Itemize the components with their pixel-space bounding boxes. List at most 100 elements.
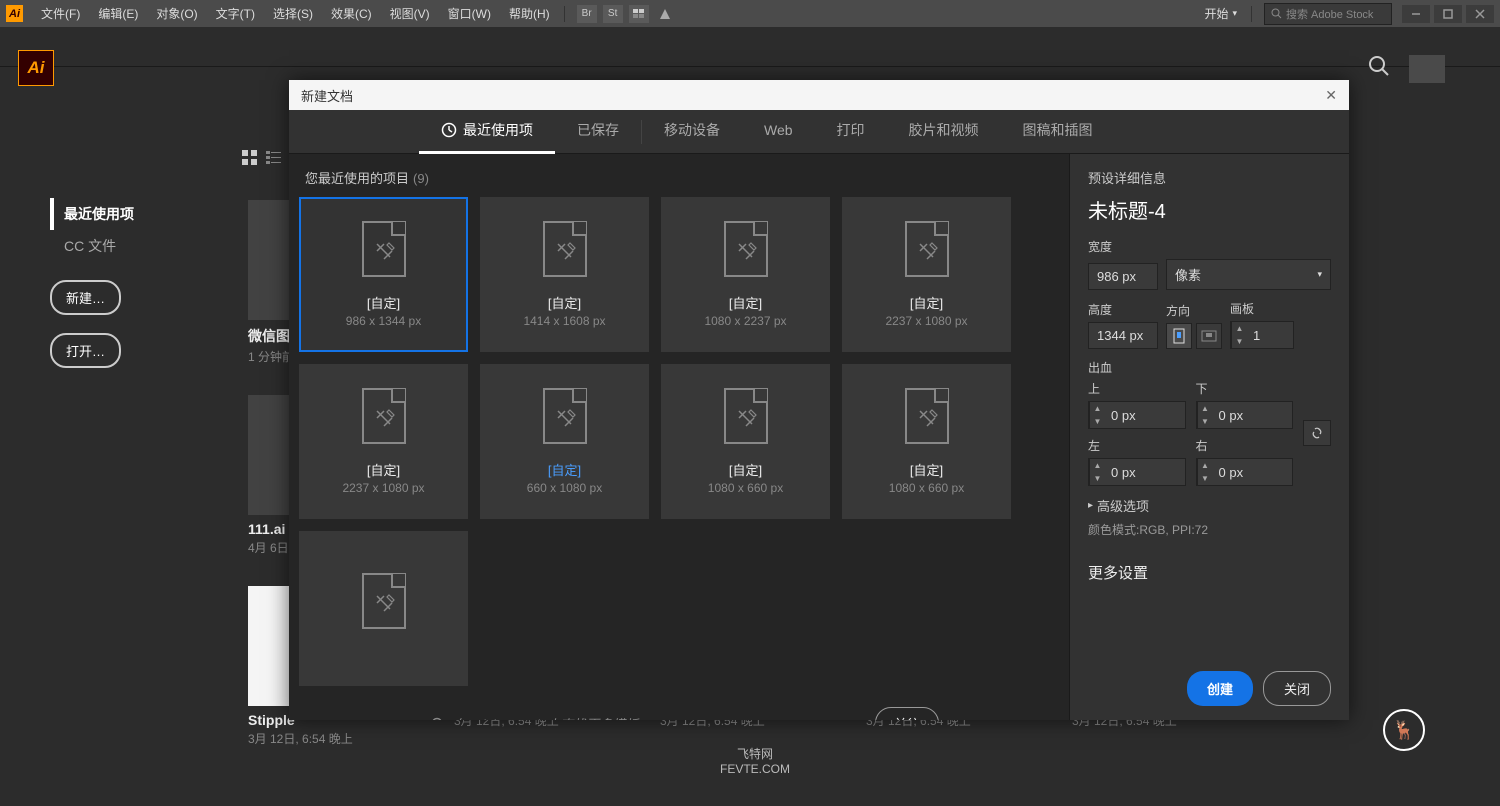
document-name[interactable]: 未标题-4 <box>1088 195 1331 224</box>
bleed-right-input[interactable]: ▲▼0 px <box>1196 458 1294 486</box>
menu-edit[interactable]: 编辑(E) <box>90 1 146 26</box>
bleed-bottom-input[interactable]: ▲▼0 px <box>1196 401 1294 429</box>
close-window-button[interactable] <box>1466 5 1494 23</box>
new-document-dialog: 新建文档 ✕ 最近使用项 已保存 移动设备 Web 打印 胶片和视频 图稿和插图… <box>289 80 1349 720</box>
stock-template-search[interactable]: 在 Adobe Stock 上查找更多模板 <box>419 706 863 720</box>
preset-card[interactable]: [自定] 1080 x 660 px <box>842 364 1011 519</box>
separator <box>564 6 565 22</box>
menu-object[interactable]: 对象(O) <box>148 1 205 26</box>
tab-saved[interactable]: 已保存 <box>555 110 641 154</box>
menu-select[interactable]: 选择(S) <box>265 1 321 26</box>
top-menu-bar: Ai 文件(F) 编辑(E) 对象(O) 文字(T) 选择(S) 效果(C) 视… <box>0 0 1500 27</box>
stock-icon[interactable]: St <box>603 5 623 23</box>
color-mode-text: 颜色模式:RGB, PPI:72 <box>1088 521 1331 538</box>
artboards-stepper[interactable]: ▲▼ 1 <box>1230 321 1294 349</box>
stock-search-input[interactable]: 搜索 Adobe Stock <box>1264 3 1392 25</box>
document-icon <box>543 388 587 444</box>
nav-cc-files[interactable]: CC 文件 <box>50 230 220 262</box>
preset-card[interactable]: [自定] 2237 x 1080 px <box>842 197 1011 352</box>
open-file-button[interactable]: 打开… <box>50 333 121 368</box>
preset-dimensions: 2237 x 1080 px <box>885 314 967 328</box>
preset-card[interactable]: [自定]986 x 1344 px <box>299 197 468 352</box>
menu-effect[interactable]: 效果(C) <box>323 1 380 26</box>
menu-text[interactable]: 文字(T) <box>208 1 263 26</box>
search-icon <box>1271 8 1282 19</box>
preset-dimensions: 1080 x 660 px <box>889 481 964 495</box>
document-icon <box>724 388 768 444</box>
close-button[interactable]: 关闭 <box>1263 671 1331 706</box>
preset-dimensions: 1080 x 660 px <box>708 481 783 495</box>
deer-badge-icon: 🦌 <box>1383 709 1425 751</box>
preset-name: [自定] <box>548 293 581 312</box>
preset-name: [自定] <box>910 460 943 479</box>
separator <box>1251 6 1252 22</box>
width-label: 宽度 <box>1088 238 1331 255</box>
app-logo-icon: Ai <box>6 5 23 22</box>
preset-card[interactable]: [自定]2237 x 1080 px <box>299 364 468 519</box>
grid-view-icon[interactable] <box>242 150 258 168</box>
tab-recent[interactable]: 最近使用项 <box>419 110 555 154</box>
advanced-options-toggle[interactable]: ▸高级选项 <box>1088 496 1331 515</box>
details-header: 预设详细信息 <box>1088 168 1331 187</box>
landscape-button[interactable] <box>1196 323 1222 349</box>
menu-file[interactable]: 文件(F) <box>33 1 88 26</box>
preset-name: [自定] <box>910 293 943 312</box>
preset-dimensions: 1414 x 1608 px <box>523 314 605 328</box>
workspace-switcher[interactable] <box>1409 55 1445 83</box>
menu-help[interactable]: 帮助(H) <box>501 1 558 26</box>
app-home-logo-icon: Ai <box>18 50 54 86</box>
create-button[interactable]: 创建 <box>1187 671 1253 706</box>
tab-web[interactable]: Web <box>742 110 815 154</box>
minimize-button[interactable] <box>1402 5 1430 23</box>
document-icon <box>905 221 949 277</box>
bleed-left-input[interactable]: ▲▼0 px <box>1088 458 1186 486</box>
preset-card[interactable]: [自定] 1080 x 660 px <box>661 364 830 519</box>
menu-view[interactable]: 视图(V) <box>382 1 438 26</box>
preset-dimensions: 1080 x 2237 px <box>704 314 786 328</box>
artboards-label: 画板 <box>1230 300 1294 317</box>
arrange-icon[interactable] <box>629 5 649 23</box>
gpu-icon[interactable] <box>655 5 675 23</box>
home-search-icon[interactable] <box>1368 55 1390 80</box>
section-label: 您最近使用的项目(9) <box>299 168 1059 187</box>
tab-mobile[interactable]: 移动设备 <box>642 110 742 154</box>
dialog-title: 新建文档 <box>301 86 1325 105</box>
close-icon[interactable]: ✕ <box>1325 87 1337 104</box>
bridge-icon[interactable]: Br <box>577 5 597 23</box>
preset-dimensions: 986 x 1344 px <box>346 314 421 328</box>
link-bleed-icon[interactable] <box>1303 420 1331 446</box>
list-view-icon[interactable] <box>266 150 282 168</box>
clock-icon <box>441 122 457 138</box>
menu-window[interactable]: 窗口(W) <box>440 1 499 26</box>
document-icon <box>905 388 949 444</box>
maximize-button[interactable] <box>1434 5 1462 23</box>
bleed-top-input[interactable]: ▲▼0 px <box>1088 401 1186 429</box>
preset-card[interactable]: [自定] 1414 x 1608 px <box>480 197 649 352</box>
height-input[interactable]: 1344 px <box>1088 322 1158 349</box>
tab-film[interactable]: 胶片和视频 <box>887 110 1001 154</box>
preset-dimensions: 2237 x 1080 px <box>342 481 424 495</box>
document-icon <box>724 221 768 277</box>
document-icon <box>362 388 406 444</box>
goto-button[interactable]: 前往 <box>875 707 939 720</box>
unit-select[interactable]: 像素▾ <box>1166 259 1331 290</box>
width-input[interactable]: 986 px <box>1088 263 1158 290</box>
orientation-label: 方向 <box>1166 302 1222 319</box>
preset-card[interactable]: [自定] 1080 x 2237 px <box>661 197 830 352</box>
new-file-button[interactable]: 新建… <box>50 280 121 315</box>
preset-name: [自定] <box>729 293 762 312</box>
watermark: 飞特网FEVTE.COM <box>720 747 790 778</box>
more-settings-button[interactable]: 更多设置 <box>1088 556 1331 589</box>
nav-recent[interactable]: 最近使用项 <box>50 198 220 230</box>
preset-dimensions: 660 x 1080 px <box>527 481 602 495</box>
portrait-button[interactable] <box>1166 323 1192 349</box>
preset-name: [自定] <box>729 460 762 479</box>
preset-card[interactable] <box>299 531 468 686</box>
search-icon <box>431 717 445 721</box>
tab-art[interactable]: 图稿和插图 <box>1001 110 1115 154</box>
tab-print[interactable]: 打印 <box>815 110 887 154</box>
preset-card[interactable]: [自定]660 x 1080 px <box>480 364 649 519</box>
document-icon <box>362 573 406 629</box>
options-bar <box>0 27 1500 67</box>
start-dropdown[interactable]: 开始 ▾ <box>1196 3 1245 24</box>
